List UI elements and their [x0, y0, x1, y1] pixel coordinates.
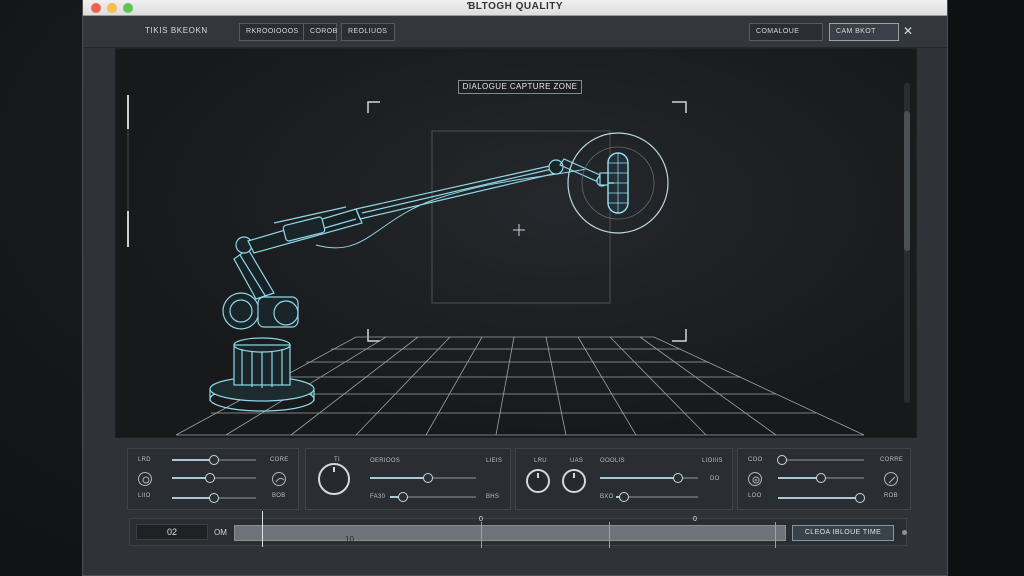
panel3-label-1: OOOLIS [600, 458, 625, 464]
panel3-label-1-unit: DO [710, 476, 720, 482]
timecode-display: 02 [136, 524, 208, 540]
panel3-knob-2[interactable] [562, 469, 586, 493]
panel2-label-2-right: BHS [486, 494, 500, 500]
panel1-slider-3[interactable] [172, 493, 256, 503]
panel3-label-1-right: LIOIIIS [702, 458, 723, 464]
panel4-label-bottom: LOO [748, 493, 762, 499]
toolbar-title: TIKIS BKEOKN [145, 26, 208, 35]
control-panel-2: TI OERIOOS LIEIS FA30 BHS [305, 448, 511, 510]
tab-resolution[interactable]: REOLIUOS [341, 23, 395, 41]
panel1-label-bottom: LIIO [138, 493, 151, 499]
microphone-icon [567, 132, 669, 234]
panel1-dial-icon[interactable] [138, 472, 152, 486]
camera-boot-button[interactable]: CAM BKOT [829, 23, 899, 41]
clear-dialogue-time-button[interactable]: CLEOA IBLOUE TIME [792, 525, 894, 541]
control-panel-4: COO LOO CORRE ROB [737, 448, 911, 510]
frame-label: OM [214, 528, 227, 537]
timeline-bar: 02 OM 10 0 0 CLEOA IBLOUE TIME [129, 511, 907, 548]
timeline-marker-1-label: 0 [479, 516, 483, 523]
control-panel-3: LRU UAS OOOLIS LIOIIIS DO BXO [515, 448, 733, 510]
panel3-slider-1[interactable] [600, 473, 698, 483]
window-title: ƁLTOGH QUALITY [466, 1, 564, 12]
panel1-wave-icon[interactable] [272, 472, 286, 486]
timeline-marker-2[interactable] [609, 522, 610, 548]
panel1-label-right-bottom: BOB [272, 493, 286, 499]
timeline-track[interactable]: 10 0 0 [234, 516, 786, 548]
panel2-main-knob[interactable] [318, 463, 350, 495]
playhead[interactable] [262, 511, 263, 547]
viewport-scrollbar[interactable] [904, 83, 910, 403]
crosshair-icon [513, 224, 525, 236]
panel2-label-1-right: LIEIS [486, 458, 503, 464]
3d-viewport[interactable]: DIALOGUE CAPTURE ZONE [115, 48, 917, 438]
panel4-settings-icon[interactable] [748, 472, 762, 486]
scrollbar-thumb[interactable] [904, 111, 910, 251]
panel2-slider-2[interactable] [390, 492, 476, 502]
panel4-slider-1[interactable] [777, 455, 864, 465]
timeline-start-label: 10 [345, 535, 354, 544]
tab-color[interactable]: COROB [303, 23, 337, 41]
panel3-knob2-label: UAS [570, 458, 584, 464]
timeline-marker-3[interactable] [775, 522, 776, 548]
timeline-marker-1[interactable] [481, 522, 482, 548]
timeline-marker-2-label: 0 [693, 516, 697, 523]
panel1-label-right-top: CORE [270, 457, 289, 463]
app-window: ƁLTOGH QUALITY TIKIS BKEOKN RKROOIOOOS C… [82, 0, 948, 576]
panel1-slider-2[interactable] [172, 473, 256, 483]
close-icon[interactable]: ✕ [903, 24, 913, 38]
panel4-slider-3[interactable] [778, 493, 865, 503]
panel1-slider-1[interactable] [172, 455, 256, 465]
panel4-slider-2[interactable] [778, 473, 864, 483]
panel4-label-right-top: CORRE [880, 457, 904, 463]
panel3-knob-1[interactable] [526, 469, 550, 493]
panel4-label-top: COO [748, 457, 763, 463]
panel1-label-top: LRD [138, 457, 151, 463]
panel3-knob1-label: LRU [534, 458, 547, 464]
tab-recordings[interactable]: RKROOIOOOS [239, 23, 305, 41]
capture-zone-label: DIALOGUE CAPTURE ZONE [458, 80, 582, 94]
inner-zone [431, 130, 611, 304]
panel4-label-right-bottom: ROB [884, 493, 898, 499]
panel2-slider-1[interactable] [370, 473, 476, 483]
panel4-pen-icon[interactable] [884, 472, 898, 486]
scene-drawing [127, 95, 865, 436]
panel3-label-2: BXO [600, 494, 614, 500]
title-bar: ƁLTOGH QUALITY [83, 0, 947, 16]
toolbar: TIKIS BKEOKN RKROOIOOOS COROB REOLIUOS C… [83, 16, 947, 48]
control-panel-1: LRD LIIO CORE BOB [127, 448, 299, 510]
panel2-label-2: FA30 [370, 494, 386, 500]
panel3-slider-2[interactable] [616, 492, 698, 502]
status-dot [902, 530, 907, 535]
compare-button[interactable]: COMALOUE [749, 23, 823, 41]
panel2-label-1: OERIOOS [370, 458, 401, 464]
